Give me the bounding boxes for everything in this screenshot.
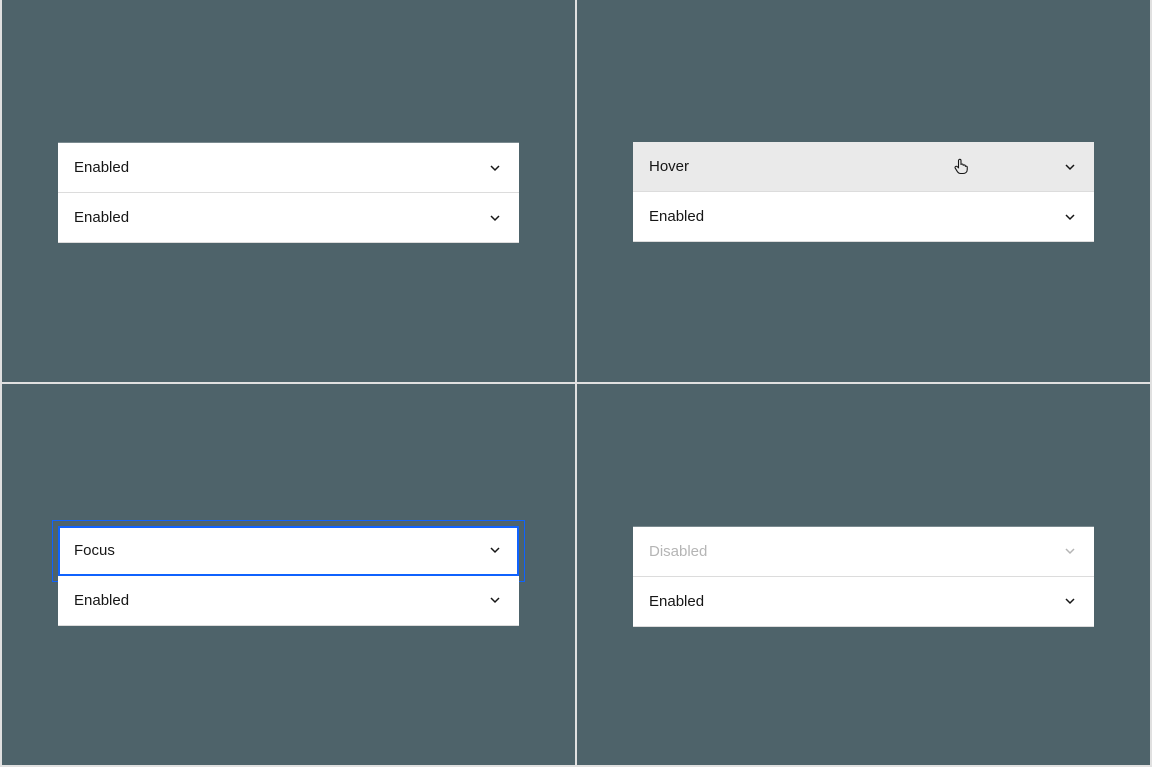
accordion-label: Hover bbox=[649, 158, 689, 175]
chevron-down-icon bbox=[487, 160, 503, 176]
accordion-item-enabled[interactable]: Enabled bbox=[633, 192, 1094, 242]
chevron-down-icon bbox=[487, 542, 503, 558]
pointer-cursor-icon bbox=[951, 156, 971, 176]
chevron-down-icon bbox=[1062, 209, 1078, 225]
accordion-label: Disabled bbox=[649, 543, 707, 560]
accordion-item-enabled[interactable]: Enabled bbox=[58, 143, 519, 193]
accordion-item-focus[interactable]: Focus bbox=[58, 526, 519, 576]
accordion-item-hover[interactable]: Hover bbox=[633, 142, 1094, 192]
accordion-label: Enabled bbox=[649, 208, 704, 225]
pane-enabled: Enabled Enabled bbox=[2, 0, 575, 382]
chevron-down-icon bbox=[1062, 543, 1078, 559]
accordion-item-disabled: Disabled bbox=[633, 527, 1094, 577]
chevron-down-icon bbox=[487, 210, 503, 226]
accordion-item-enabled[interactable]: Enabled bbox=[58, 193, 519, 243]
accordion-label: Enabled bbox=[74, 209, 129, 226]
accordion-item-enabled[interactable]: Enabled bbox=[633, 577, 1094, 627]
pane-disabled: Disabled Enabled bbox=[577, 384, 1150, 766]
accordion-label: Enabled bbox=[74, 592, 129, 609]
pane-hover: Hover Enabled bbox=[577, 0, 1150, 382]
state-grid: Enabled Enabled Hover Enabled bbox=[0, 0, 1152, 767]
chevron-down-icon bbox=[1062, 593, 1078, 609]
pane-focus: Focus Enabled bbox=[2, 384, 575, 766]
accordion-label: Enabled bbox=[649, 593, 704, 610]
accordion-item-enabled[interactable]: Enabled bbox=[58, 576, 519, 626]
accordion-label: Focus bbox=[74, 542, 115, 559]
chevron-down-icon bbox=[1062, 159, 1078, 175]
chevron-down-icon bbox=[487, 592, 503, 608]
accordion-label: Enabled bbox=[74, 159, 129, 176]
